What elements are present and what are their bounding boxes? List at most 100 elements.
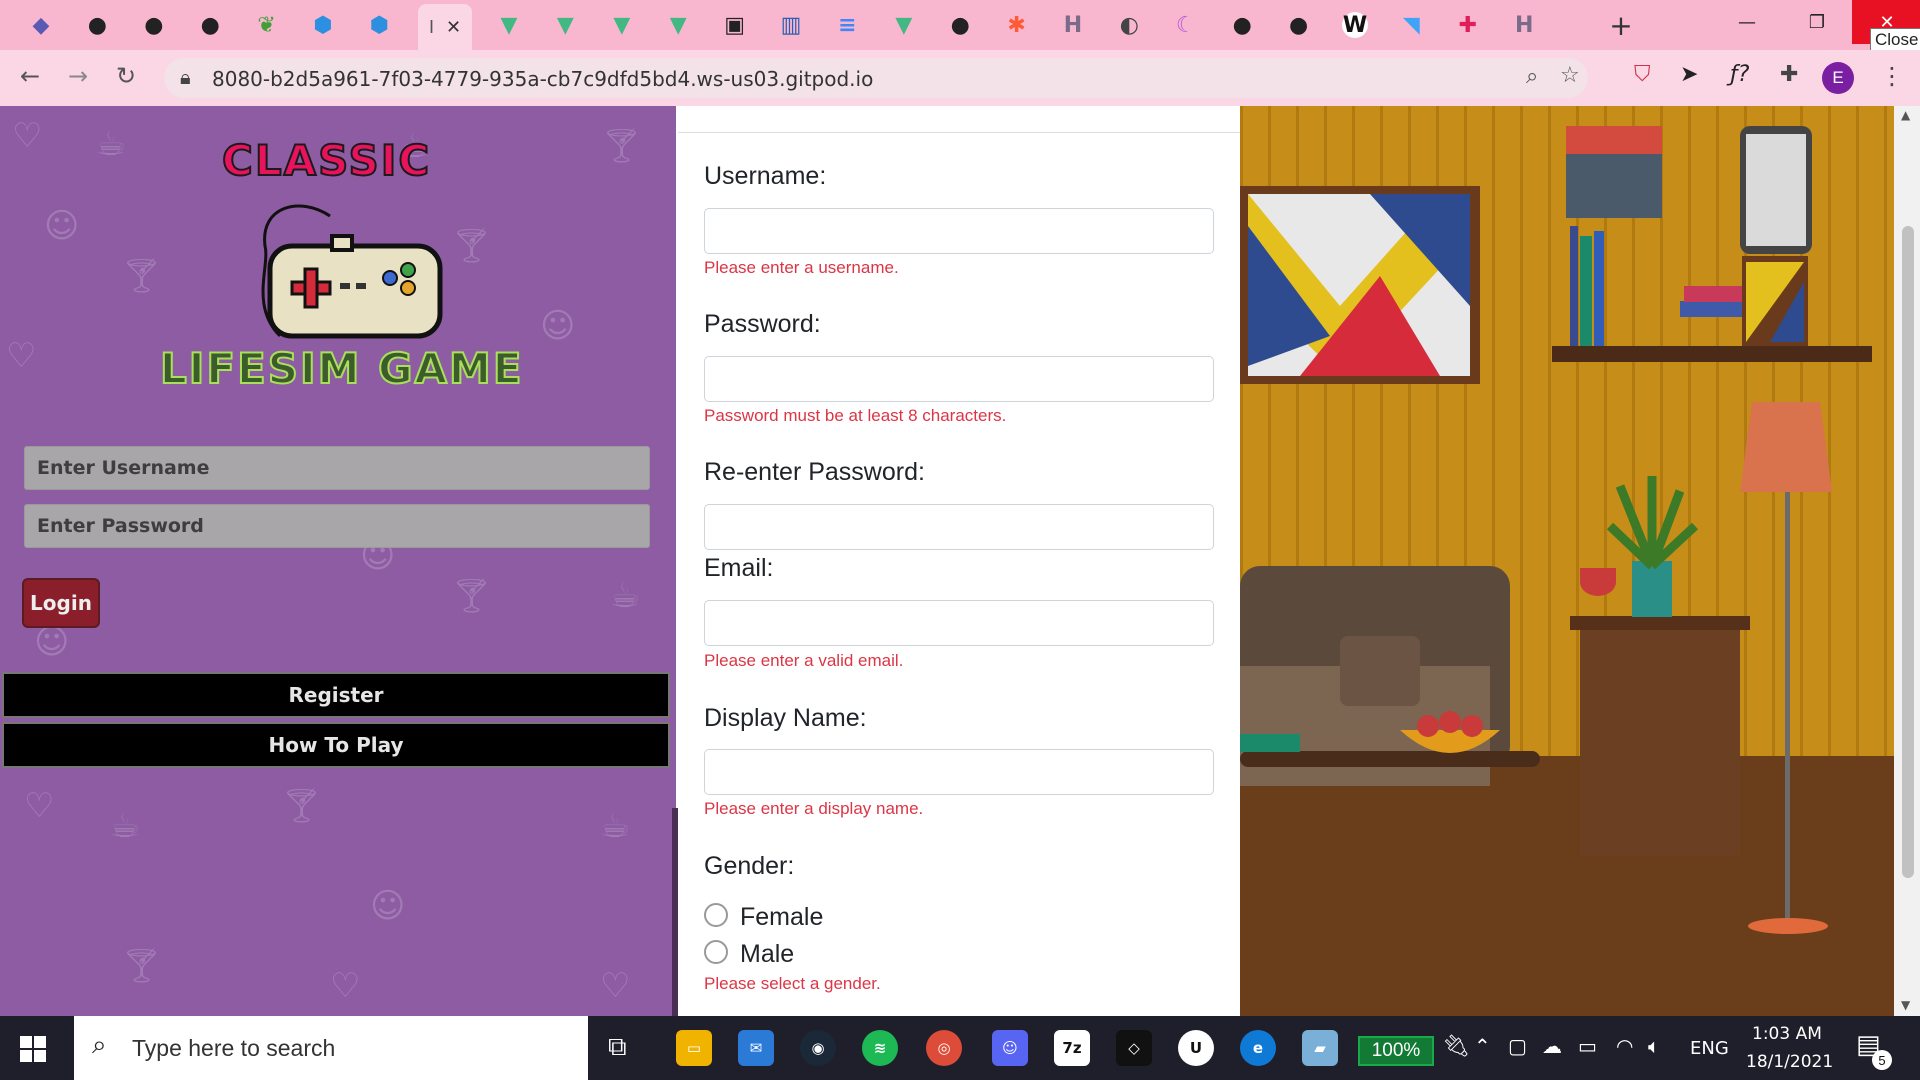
browser-tab[interactable]: ● xyxy=(1272,6,1326,44)
lock-icon[interactable]: 🔒︎ xyxy=(180,65,191,89)
username-input[interactable]: Enter Username xyxy=(24,446,650,490)
gender-female-label[interactable]: Female xyxy=(740,903,823,932)
wifi-icon[interactable]: ◠ xyxy=(1616,1034,1633,1058)
restore-icon: ❐ xyxy=(1808,11,1826,33)
chrome-icon[interactable]: ◎ xyxy=(926,1030,962,1066)
browser-tab[interactable]: ▥ xyxy=(764,6,818,44)
restore-button[interactable]: ❐ xyxy=(1782,0,1852,44)
start-windows-icon[interactable] xyxy=(20,1036,46,1062)
steam-icon[interactable]: ◉ xyxy=(800,1030,836,1066)
browser-tab[interactable]: ⬢ xyxy=(296,6,350,44)
bookmark-star-icon[interactable]: ☆ xyxy=(1560,63,1580,88)
7zip-icon[interactable]: 7z xyxy=(1054,1030,1090,1066)
browser-tab[interactable]: W xyxy=(1328,6,1382,44)
edge-icon[interactable]: e xyxy=(1240,1030,1276,1066)
register-button[interactable]: Register xyxy=(2,672,670,718)
battery-icon[interactable]: ▭ xyxy=(1578,1034,1597,1058)
github-icon: ● xyxy=(144,12,164,38)
pocket-icon[interactable]: ⛉ xyxy=(1634,62,1651,87)
mongodb-leaf-icon: ❦ xyxy=(257,12,276,38)
docs-icon: ≡ xyxy=(838,12,857,38)
zoom-icon[interactable]: ⌕ xyxy=(1526,64,1538,89)
gender-female-radio[interactable] xyxy=(704,903,728,927)
browser-tab[interactable]: ▼ xyxy=(538,6,592,44)
flutter-icon: ◥ xyxy=(1402,12,1420,38)
browser-tab[interactable]: ☾ xyxy=(1159,6,1213,44)
menu-kebab-icon[interactable]: ⋮ xyxy=(1880,62,1904,90)
device-icon[interactable]: ▢ xyxy=(1508,1034,1527,1058)
repassword-input[interactable] xyxy=(704,504,1214,550)
fonts-extension-icon[interactable]: ƒ? xyxy=(1730,62,1749,87)
logo-title-top: CLASSIC xyxy=(221,135,432,186)
browser-tab[interactable]: ▼ xyxy=(482,6,536,44)
clock-date[interactable]: 18/1/2021 xyxy=(1746,1052,1833,1072)
forward-icon[interactable]: → xyxy=(68,62,88,90)
browser-tab[interactable]: ● xyxy=(70,6,124,44)
browser-tab[interactable]: ◆ xyxy=(14,6,68,44)
browser-tab[interactable]: ◐ xyxy=(1102,6,1156,44)
url-text[interactable]: 8080-b2d5a961-7f03-4779-935a-cb7c9dfd5bd… xyxy=(212,67,873,91)
scroll-down-icon[interactable]: ▼ xyxy=(1901,998,1910,1012)
gender-male-radio[interactable] xyxy=(704,940,728,964)
left-panel: ♡ ☕ ☺ 🍸︎ ♡ ☕ 🍸︎ ☺ 🍸︎ ☺ ☺ 🍸︎ ☕ ♡ ☕ ☺ 🍸︎ 🍸… xyxy=(0,106,678,1016)
app-icon[interactable]: ▰ xyxy=(1302,1030,1338,1066)
extensions-puzzle-icon[interactable]: ✚ xyxy=(1780,62,1798,87)
browser-tab[interactable]: ● xyxy=(183,6,237,44)
browser-tab[interactable]: ● xyxy=(127,6,181,44)
taskbar-search[interactable]: ⌕ Type here to search xyxy=(74,1016,588,1080)
register-password-input[interactable] xyxy=(704,356,1214,402)
search-placeholder: Type here to search xyxy=(132,1035,336,1061)
scrollbar-thumb[interactable] xyxy=(1902,226,1914,878)
battery-meter[interactable]: 100% xyxy=(1358,1036,1434,1066)
task-view-icon[interactable]: ⧉ xyxy=(608,1032,627,1063)
address-bar[interactable]: 🔒︎ 8080-b2d5a961-7f03-4779-935a-cb7c9dfd… xyxy=(164,58,1588,98)
minimize-button[interactable]: — xyxy=(1712,0,1782,44)
browser-tab[interactable]: ▣ xyxy=(708,6,762,44)
close-tab-icon[interactable]: ✕ xyxy=(446,17,461,38)
browser-tab[interactable]: H xyxy=(1046,6,1100,44)
browser-tab[interactable]: ▼ xyxy=(651,6,705,44)
unity-icon[interactable]: ◇ xyxy=(1116,1030,1152,1066)
display-name-input[interactable] xyxy=(704,749,1214,795)
gender-male-label[interactable]: Male xyxy=(740,940,794,969)
onedrive-cloud-icon[interactable]: ☁ xyxy=(1542,1034,1562,1058)
page-scrollbar[interactable]: ▲ ▼ xyxy=(1894,106,1920,1016)
volume-icon[interactable]: 🔈︎ xyxy=(1648,1034,1660,1058)
power-plug-icon[interactable]: 🔌︎ xyxy=(1442,1034,1470,1059)
browser-tab[interactable]: ≡ xyxy=(820,6,874,44)
clock-time[interactable]: 1:03 AM xyxy=(1752,1024,1822,1044)
browser-tab[interactable]: ● xyxy=(1215,6,1269,44)
language-indicator[interactable]: ENG xyxy=(1690,1038,1729,1059)
asterisk-icon: ✱ xyxy=(1007,12,1026,38)
browser-tab[interactable]: ⬢ xyxy=(352,6,406,44)
browser-tab[interactable]: ▼ xyxy=(877,6,931,44)
chevron-up-icon[interactable]: ⌃ xyxy=(1474,1034,1491,1058)
login-button[interactable]: Login xyxy=(22,578,100,628)
browser-tab[interactable]: ❦ xyxy=(240,6,294,44)
new-tab-button[interactable]: + xyxy=(1594,6,1648,44)
browser-tab[interactable]: ✚ xyxy=(1441,6,1495,44)
browser-tab[interactable]: ▼ xyxy=(595,6,649,44)
browser-tab[interactable]: H xyxy=(1497,6,1551,44)
spotify-icon[interactable]: ≋ xyxy=(862,1030,898,1066)
browser-tab[interactable]: ● xyxy=(933,6,987,44)
file-explorer-icon[interactable]: ▭ xyxy=(676,1030,712,1066)
discord-icon[interactable]: ☺ xyxy=(992,1030,1028,1066)
browser-tab[interactable]: ◥ xyxy=(1384,6,1438,44)
register-username-input[interactable] xyxy=(704,208,1214,254)
vue-icon: ▼ xyxy=(669,12,687,38)
display-name-error: Please enter a display name. xyxy=(704,799,924,818)
email-field[interactable] xyxy=(704,600,1214,646)
unreal-icon[interactable]: U xyxy=(1178,1030,1214,1066)
cursor-extension-icon[interactable]: ➤ xyxy=(1680,62,1698,87)
scroll-up-icon[interactable]: ▲ xyxy=(1901,108,1910,122)
how-to-play-button[interactable]: How To Play xyxy=(2,722,670,768)
reload-icon[interactable]: ↻ xyxy=(116,62,136,90)
back-icon[interactable]: ← xyxy=(20,62,40,90)
mail-icon[interactable]: ✉ xyxy=(738,1030,774,1066)
browser-tab[interactable]: ✱ xyxy=(990,6,1044,44)
profile-avatar[interactable]: E xyxy=(1822,62,1854,94)
password-input[interactable]: Enter Password xyxy=(24,504,650,548)
tab-active[interactable]: I ✕ xyxy=(418,4,472,50)
gender-error: Please select a gender. xyxy=(704,974,881,993)
